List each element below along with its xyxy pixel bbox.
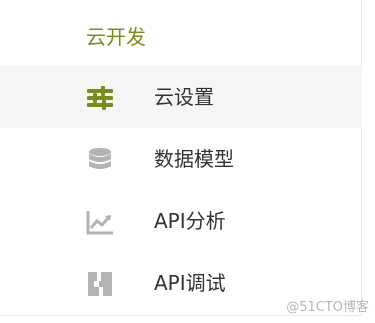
watermark: @51CTO博客 (286, 300, 369, 315)
sidebar-item-data-model[interactable]: 数据模型 (0, 128, 362, 190)
sidebar-item-label: 数据模型 (154, 147, 234, 171)
sidebar-item-label: API调试 (154, 271, 226, 295)
trend-chart-icon (85, 208, 115, 236)
api-debug-icon (85, 270, 115, 298)
database-icon (85, 146, 115, 174)
sidebar-item-label: API分析 (154, 209, 226, 233)
sidebar-item-label: 云设置 (154, 85, 214, 109)
section-title: 云开发 (86, 25, 146, 49)
sidebar-item-cloud-settings[interactable]: 云设置 (0, 66, 362, 128)
sidebar-item-api-analysis[interactable]: API分析 (0, 190, 362, 252)
sliders-icon (85, 84, 115, 112)
cloud-dev-sidebar: 云开发 云设置 数据模型 API分析 API调试 (0, 0, 362, 316)
sidebar-menu: 云设置 数据模型 API分析 API调试 (0, 66, 362, 314)
